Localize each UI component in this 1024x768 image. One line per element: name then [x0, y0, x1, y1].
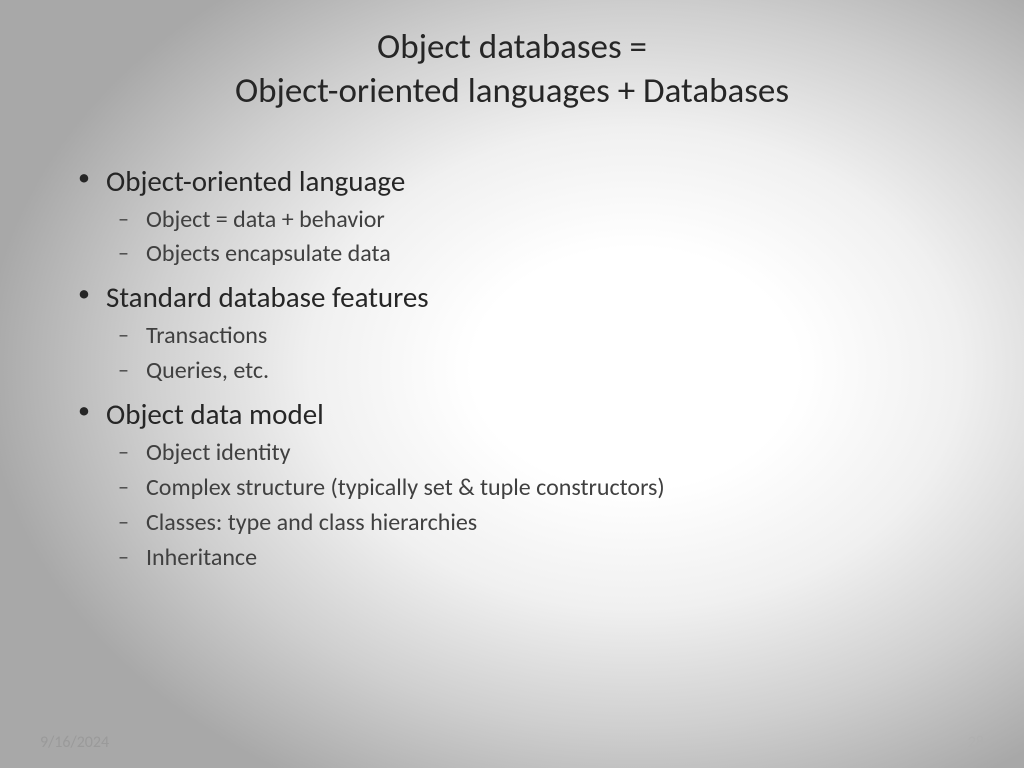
sub-bullet-item: Classes: type and class hierarchies [106, 506, 954, 541]
bullet-label: Object data model [106, 396, 324, 432]
sub-bullet-item: Object = data + behavior [106, 203, 954, 238]
bullet-label: Object-oriented language [106, 163, 405, 199]
sub-bullet-item: Complex structure (typically set & tuple… [106, 471, 954, 506]
footer-page-number: 28 [968, 733, 984, 752]
slide-body: Object-oriented language Object = data +… [0, 114, 1024, 576]
title-line-2: Object-oriented languages + Databases [0, 70, 1024, 114]
sub-bullet-item: Transactions [106, 319, 954, 354]
footer-date: 9/16/2024 [40, 733, 109, 752]
sub-bullet-item: Object identity [106, 436, 954, 471]
bullet-item: Standard database features Transactions … [70, 278, 954, 389]
bullet-item: Object data model Object identity Comple… [70, 395, 954, 575]
bullet-label: Standard database features [106, 279, 429, 315]
sub-bullet-item: Queries, etc. [106, 354, 954, 389]
bullet-item: Object-oriented language Object = data +… [70, 162, 954, 273]
sub-bullet-item: Inheritance [106, 541, 954, 576]
slide-title: Object databases = Object-oriented langu… [0, 0, 1024, 114]
sub-bullet-item: Objects encapsulate data [106, 237, 954, 272]
title-line-1: Object databases = [0, 26, 1024, 70]
